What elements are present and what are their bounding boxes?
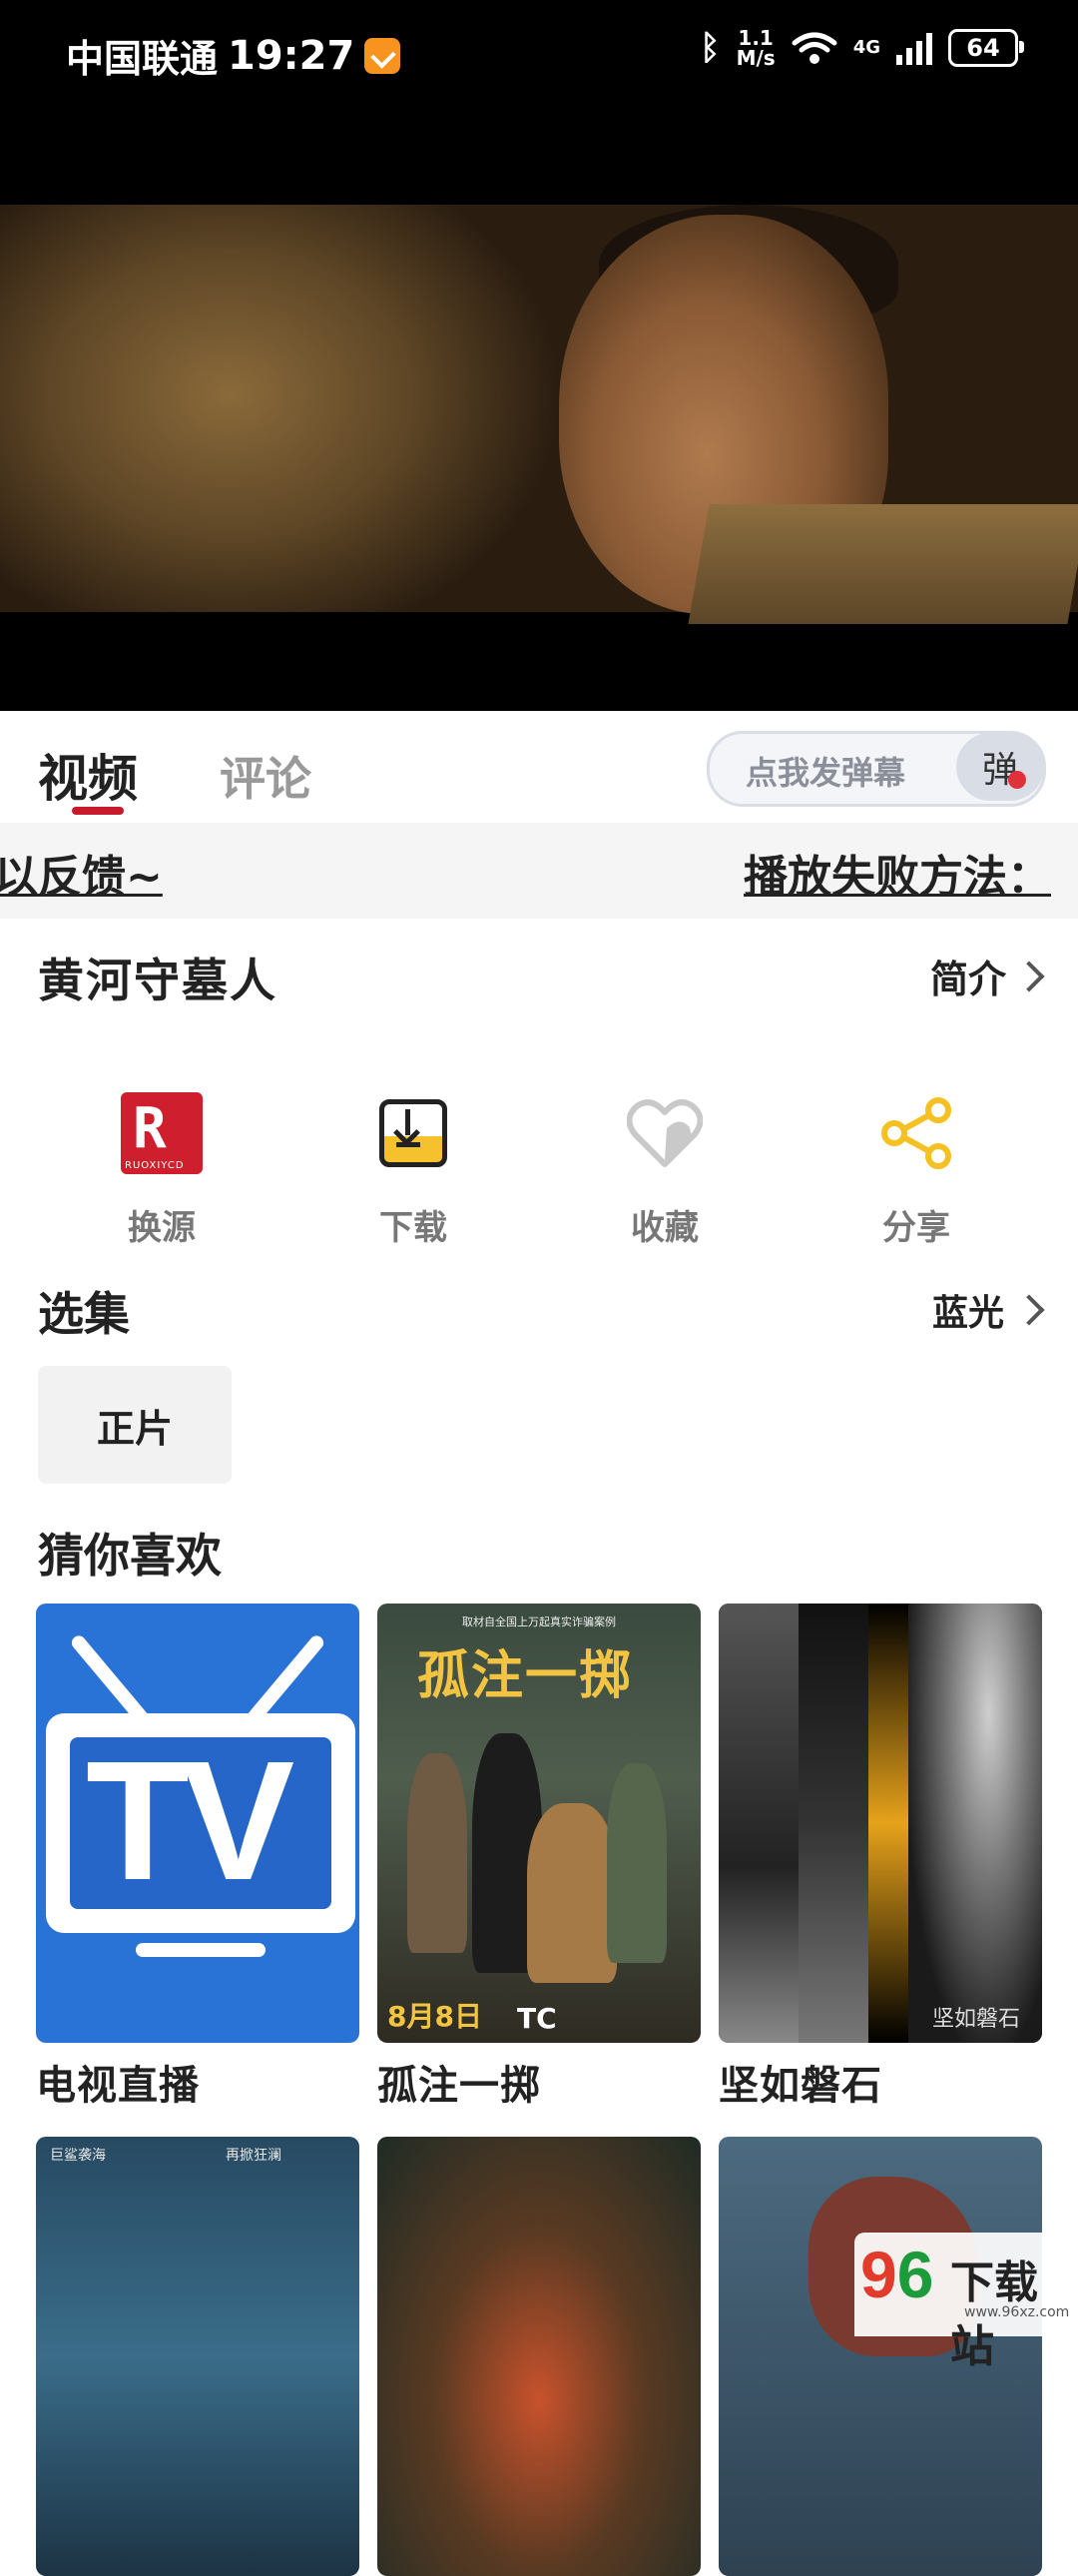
battery-icon: 64 xyxy=(948,29,1024,67)
app-notification-icon xyxy=(364,37,401,74)
episode-chip[interactable]: 正片 xyxy=(38,1366,232,1484)
share-icon xyxy=(881,1097,951,1169)
chevron-right-icon xyxy=(1013,1294,1045,1326)
poster-image: TV xyxy=(36,1604,359,2043)
watermark-logo: 96 xyxy=(860,2238,934,2311)
tab-video[interactable]: 视频 xyxy=(38,739,138,811)
poster-image: 坚如磐石 xyxy=(719,1604,1042,2043)
bluetooth-icon: ᛒ xyxy=(700,28,721,68)
network-speed: 1.1 M/s xyxy=(736,26,776,70)
carrier-label: 中国联通 xyxy=(66,37,219,81)
tab-comment[interactable]: 评论 xyxy=(220,743,311,809)
recommend-card[interactable] xyxy=(377,2137,701,2576)
card-title: 电视直播 xyxy=(36,2063,200,2109)
status-bar: 中国联通 19:27 ᛒ 1.1 M/s 4G 64 xyxy=(0,0,1078,110)
network-type: 4G xyxy=(852,37,880,58)
episode-header: 选集 蓝光 xyxy=(0,1268,1078,1348)
action-row: R RUOXIYCD 换源 下载 收藏 分享 xyxy=(0,1088,1078,1258)
clock: 19:27 xyxy=(228,32,355,79)
notice-marquee[interactable]: 以反馈~ 播放失败方法： xyxy=(0,823,1078,919)
tab-indicator xyxy=(72,807,124,815)
danmaku-toggle-button[interactable]: 弹 xyxy=(956,733,1044,801)
ruoxiyc-logo-icon: R RUOXIYCD xyxy=(121,1092,203,1174)
watermark-url: www.96xz.com xyxy=(964,2304,1070,2320)
download-button[interactable]: 下载 xyxy=(333,1088,493,1249)
episode-section-title: 选集 xyxy=(38,1287,130,1341)
quality-selector[interactable]: 蓝光 xyxy=(932,1284,1045,1336)
danmaku-placeholder: 点我发弹幕 xyxy=(746,754,906,792)
danmaku-check-icon xyxy=(1008,771,1026,789)
marquee-text-right: 播放失败方法： xyxy=(744,852,1051,903)
recommend-card[interactable]: 坚如磐石 坚如磐石 xyxy=(719,1604,1042,2111)
recommend-card[interactable]: 巨鲨袭海 再掀狂澜 xyxy=(36,2137,359,2576)
heart-icon xyxy=(627,1099,703,1167)
card-title: 坚如磐石 xyxy=(719,2063,882,2109)
recommend-card[interactable]: 取材自全国上万起真实诈骗案例 孤注一掷 8月8日 TC 孤注一掷 xyxy=(377,1604,701,2111)
download-icon xyxy=(379,1099,447,1167)
card-title: 孤注一掷 xyxy=(377,2063,541,2109)
poster-image xyxy=(377,2137,701,2576)
marquee-text-left: 以反馈~ xyxy=(0,852,163,903)
tab-bar: 视频 评论 点我发弹幕 弹 xyxy=(0,711,1078,823)
share-button[interactable]: 分享 xyxy=(836,1088,996,1249)
chevron-right-icon xyxy=(1013,960,1045,992)
movie-title: 黄河守墓人 xyxy=(38,954,277,1007)
recommend-card[interactable]: TV 电视直播 xyxy=(36,1604,359,2111)
site-watermark: 96 下载站 www.96xz.com xyxy=(854,2233,1078,2372)
recommend-section-title: 猜你喜欢 xyxy=(38,1529,222,1583)
switch-source-button[interactable]: R RUOXIYCD 换源 xyxy=(82,1088,242,1249)
danmaku-input[interactable]: 点我发弹幕 弹 xyxy=(707,731,1046,807)
poster-image: 取材自全国上万起真实诈骗案例 孤注一掷 8月8日 TC xyxy=(377,1604,701,2043)
title-row: 黄河守墓人 简介 xyxy=(0,919,1078,1028)
wifi-icon xyxy=(792,32,837,64)
favorite-button[interactable]: 收藏 xyxy=(585,1088,745,1249)
video-frame[interactable] xyxy=(0,205,1078,624)
video-player[interactable] xyxy=(0,110,1078,711)
intro-button[interactable]: 简介 xyxy=(930,949,1045,1003)
signal-icon xyxy=(896,31,932,65)
poster-image: 巨鲨袭海 再掀狂澜 xyxy=(36,2137,359,2576)
